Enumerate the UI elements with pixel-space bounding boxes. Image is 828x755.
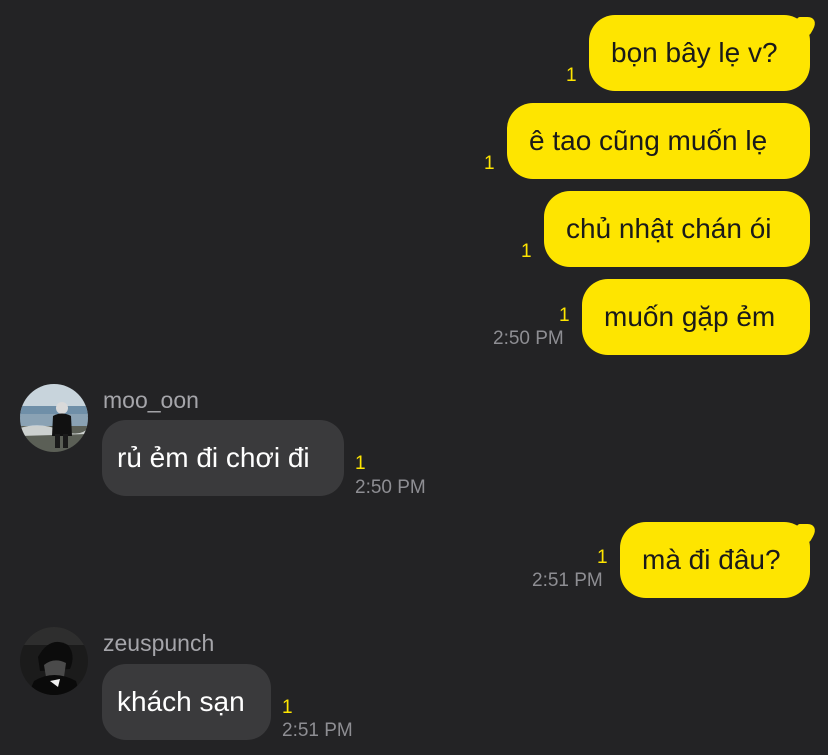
unread-count: 1 (282, 697, 293, 718)
unread-count: 1 (521, 241, 532, 262)
unread-count: 1 (559, 305, 570, 326)
dark-portrait-avatar[interactable] (20, 627, 88, 695)
beach-photo-avatar[interactable] (20, 384, 88, 452)
unread-count: 1 (566, 65, 577, 86)
message-timestamp: 2:51 PM (282, 720, 353, 741)
incoming-message-bubble[interactable]: rủ ẻm đi chơi đi (102, 420, 344, 496)
incoming-message-bubble[interactable]: khách sạn (102, 664, 271, 740)
unread-count: 1 (597, 547, 608, 568)
message-timestamp: 2:51 PM (532, 570, 603, 591)
outgoing-message-bubble[interactable]: muốn gặp ẻm (582, 279, 810, 355)
sender-name: zeuspunch (103, 630, 215, 656)
unread-count: 1 (355, 453, 366, 474)
message-timestamp: 2:50 PM (355, 477, 426, 498)
outgoing-message-bubble[interactable]: bọn bây lẹ v? (589, 15, 810, 91)
outgoing-message-bubble[interactable]: chủ nhật chán ói (544, 191, 810, 267)
outgoing-message-bubble[interactable]: mà đi đâu? (620, 522, 810, 598)
outgoing-message-bubble[interactable]: ê tao cũng muốn lẹ (507, 103, 810, 179)
message-timestamp: 2:50 PM (493, 328, 564, 349)
unread-count: 1 (484, 153, 495, 174)
sender-name: moo_oon (103, 387, 199, 413)
